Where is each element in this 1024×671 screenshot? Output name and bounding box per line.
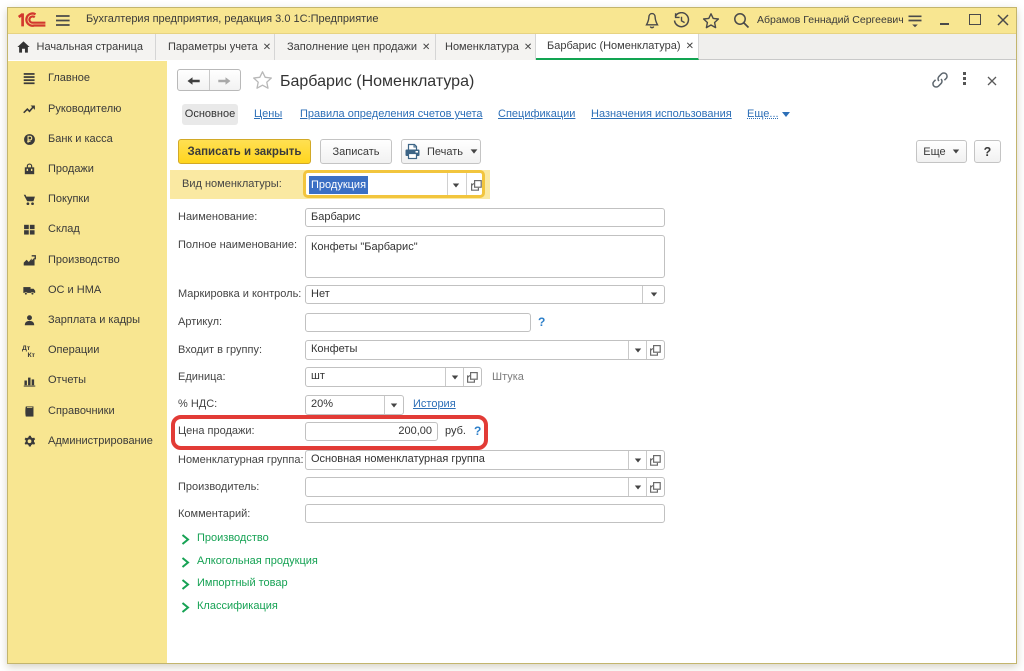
svg-text:Дт: Дт (22, 345, 31, 352)
svg-text:Кт: Кт (28, 352, 36, 359)
